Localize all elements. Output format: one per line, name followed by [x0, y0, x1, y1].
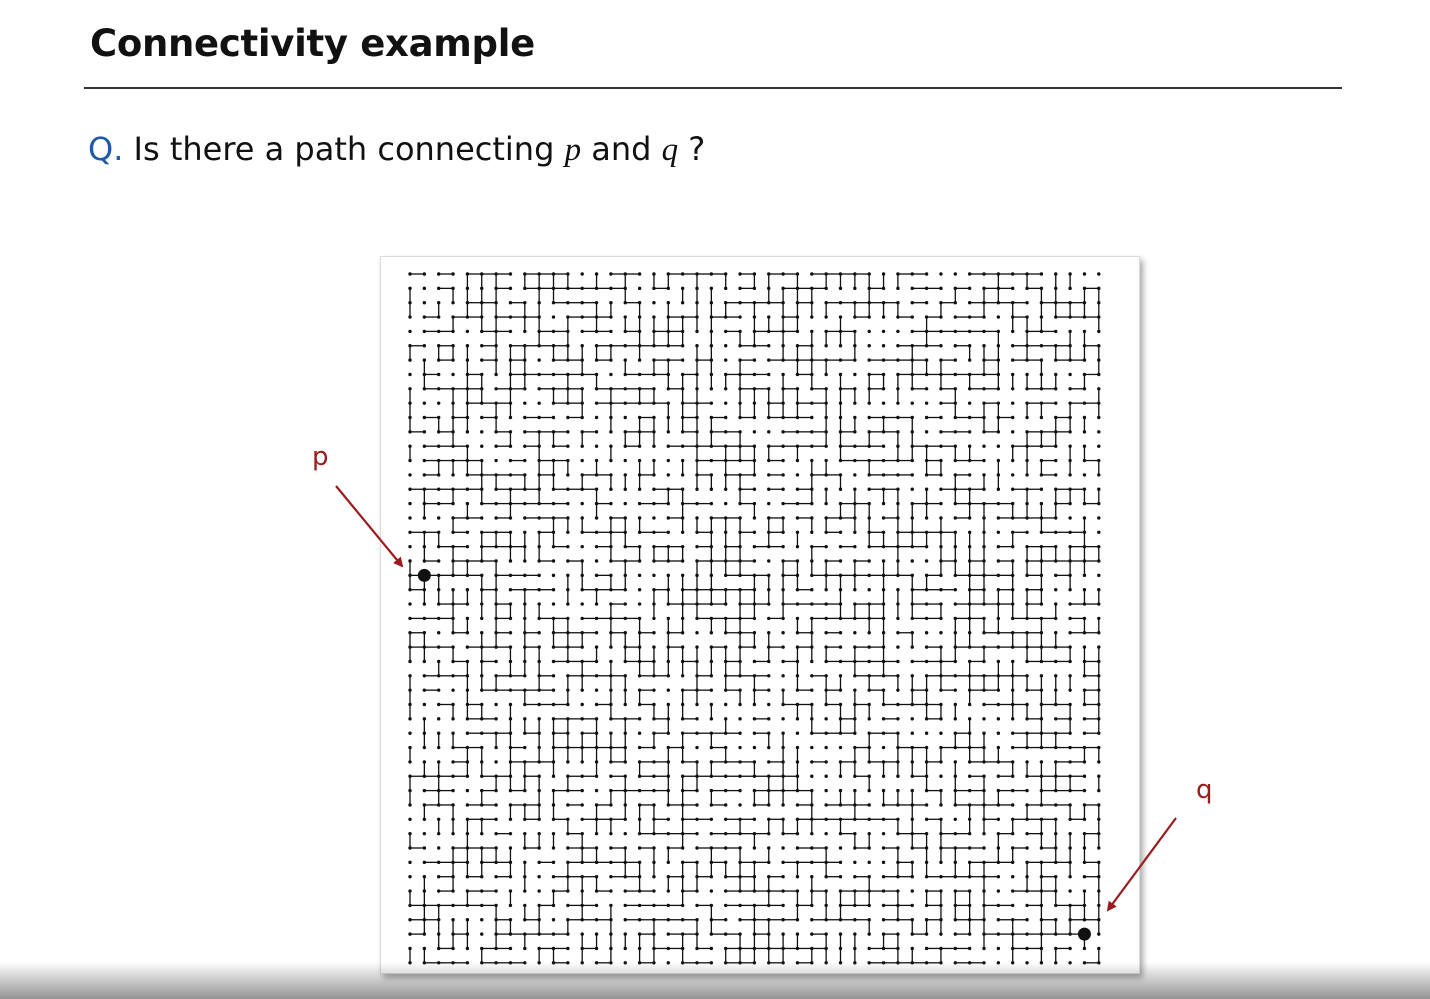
- slide: Connectivity example Q. Is there a path …: [0, 0, 1430, 999]
- question-text-mid: and: [591, 130, 652, 168]
- title-divider: [84, 87, 1342, 89]
- site-q-label: q: [1196, 775, 1213, 805]
- variable-q: q: [661, 132, 679, 168]
- question-text-before: Is there a path connecting: [133, 130, 555, 168]
- connectivity-grid: [408, 272, 1101, 965]
- grid-sites: [408, 272, 1101, 965]
- connectivity-grid-figure: [380, 256, 1140, 974]
- site-q-marker: [1077, 927, 1091, 941]
- slide-title: Connectivity example: [90, 22, 535, 65]
- question-text: Q. Is there a path connecting p and q ?: [88, 130, 705, 169]
- question-prefix: Q.: [88, 130, 124, 168]
- question-text-after: ?: [688, 130, 706, 168]
- bottom-shadow: [0, 962, 1430, 999]
- site-p-marker: [417, 568, 431, 582]
- site-p-label: p: [312, 442, 329, 472]
- variable-p: p: [564, 132, 582, 168]
